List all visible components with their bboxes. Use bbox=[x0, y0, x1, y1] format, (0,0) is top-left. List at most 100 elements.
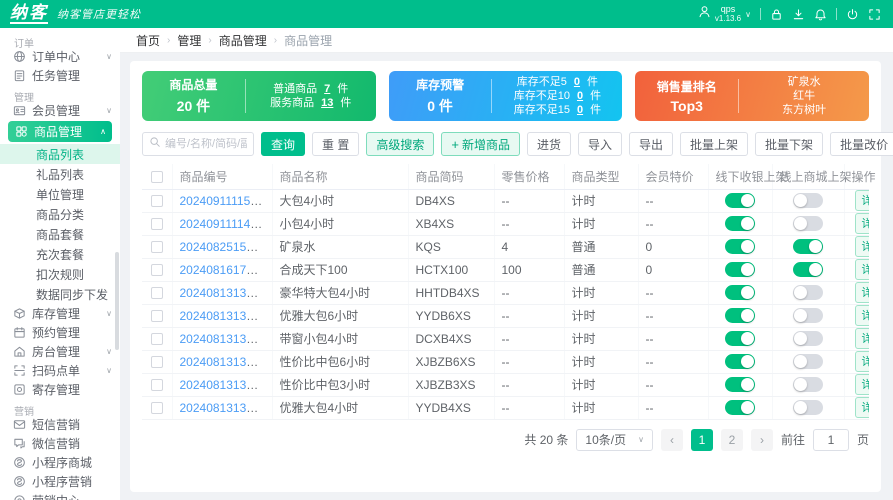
expand-icon[interactable] bbox=[868, 8, 881, 21]
product-id-link[interactable]: 20240813132235 bbox=[180, 309, 272, 323]
sidebar-item-扫码点单[interactable]: 扫码点单 ∨ bbox=[0, 361, 120, 380]
power-icon[interactable] bbox=[846, 8, 859, 21]
product-id-link[interactable]: 20240911115253 bbox=[180, 194, 271, 208]
online-shelf-toggle[interactable] bbox=[793, 285, 823, 301]
sidebar-scrollbar[interactable] bbox=[115, 252, 119, 350]
offline-shelf-toggle[interactable] bbox=[725, 216, 755, 232]
detail-button[interactable]: 详情 bbox=[854, 259, 869, 280]
select-all-checkbox[interactable] bbox=[150, 171, 163, 184]
detail-button[interactable]: 详情 bbox=[854, 190, 869, 211]
offline-shelf-toggle[interactable] bbox=[725, 377, 755, 393]
row-checkbox[interactable] bbox=[150, 195, 163, 208]
page-button-2[interactable]: 2 bbox=[720, 428, 743, 451]
product-id-link[interactable]: 20240825155411 bbox=[180, 240, 272, 254]
row-checkbox[interactable] bbox=[150, 241, 163, 254]
batch-price-button[interactable]: 批量改价 bbox=[830, 132, 893, 156]
query-button[interactable]: 查询 bbox=[261, 132, 306, 156]
online-shelf-toggle[interactable] bbox=[793, 308, 823, 324]
sidebar-subitem-单位管理[interactable]: 单位管理 bbox=[0, 184, 120, 204]
stat-line-count[interactable]: 13 bbox=[321, 96, 333, 110]
offline-shelf-toggle[interactable] bbox=[725, 308, 755, 324]
detail-button[interactable]: 详情 bbox=[854, 351, 869, 372]
brand[interactable]: 纳客 纳客管店更轻松 bbox=[10, 4, 141, 24]
product-id-link[interactable]: 20240813132341 bbox=[180, 286, 272, 300]
download-icon[interactable] bbox=[792, 8, 805, 21]
sidebar-subitem-扣次规则[interactable]: 扣次规则 bbox=[0, 264, 120, 284]
offline-shelf-toggle[interactable] bbox=[725, 400, 755, 416]
offline-shelf-toggle[interactable] bbox=[725, 354, 755, 370]
goto-page-input[interactable] bbox=[812, 428, 849, 451]
prev-page-button[interactable]: ‹ bbox=[660, 428, 683, 451]
breadcrumb-item[interactable]: 首页 bbox=[136, 32, 160, 49]
online-shelf-toggle[interactable] bbox=[793, 400, 823, 416]
offline-shelf-toggle[interactable] bbox=[725, 262, 755, 278]
lock-icon[interactable] bbox=[770, 8, 783, 21]
reset-button[interactable]: 重 置 bbox=[312, 132, 360, 156]
sidebar-subitem-充次套餐[interactable]: 充次套餐 bbox=[0, 244, 120, 264]
sidebar-item-商品管理[interactable]: 商品管理 ∧ bbox=[8, 121, 112, 142]
page-button-1[interactable]: 1 bbox=[690, 428, 713, 451]
sidebar-item-房台管理[interactable]: 房台管理 ∨ bbox=[0, 342, 120, 361]
detail-button[interactable]: 详情 bbox=[854, 397, 869, 418]
stat-line-count[interactable]: 7 bbox=[324, 82, 330, 96]
export-button[interactable]: 导出 bbox=[629, 132, 674, 156]
sidebar-subitem-商品套餐[interactable]: 商品套餐 bbox=[0, 224, 120, 244]
page-size-select[interactable]: 10条/页 ∨ bbox=[576, 428, 653, 451]
breadcrumb-item[interactable]: 商品管理 bbox=[219, 32, 267, 49]
detail-button[interactable]: 详情 bbox=[854, 282, 869, 303]
sidebar-subitem-数据同步下发[interactable]: 数据同步下发 bbox=[0, 284, 120, 304]
breadcrumb-item[interactable]: 管理 bbox=[177, 32, 201, 49]
import-button[interactable]: 导入 bbox=[578, 132, 623, 156]
sidebar-item-任务管理[interactable]: 任务管理 bbox=[0, 66, 120, 85]
sidebar-item-营销中心[interactable]: 营销中心 bbox=[0, 491, 120, 500]
offline-shelf-toggle[interactable] bbox=[725, 331, 755, 347]
row-checkbox[interactable] bbox=[150, 218, 163, 231]
offline-shelf-toggle[interactable] bbox=[725, 193, 755, 209]
sidebar-item-预约管理[interactable]: 预约管理 bbox=[0, 323, 120, 342]
sidebar-item-短信营销[interactable]: 短信营销 bbox=[0, 415, 120, 434]
sidebar-subitem-商品分类[interactable]: 商品分类 bbox=[0, 204, 120, 224]
product-id-link[interactable]: 20240813131855 bbox=[180, 401, 272, 415]
batch-on-button[interactable]: 批量上架 bbox=[680, 132, 749, 156]
offline-shelf-toggle[interactable] bbox=[725, 285, 755, 301]
online-shelf-toggle[interactable] bbox=[793, 331, 823, 347]
next-page-button[interactable]: › bbox=[750, 428, 773, 451]
row-checkbox[interactable] bbox=[150, 402, 163, 415]
sidebar-item-小程序商城[interactable]: 小程序商城 bbox=[0, 453, 120, 472]
row-checkbox[interactable] bbox=[150, 310, 163, 323]
product-id-link[interactable]: 20240911114956 bbox=[180, 217, 271, 231]
detail-button[interactable]: 详情 bbox=[854, 328, 869, 349]
sidebar-item-会员管理[interactable]: 会员管理 ∨ bbox=[0, 101, 120, 120]
sidebar-item-小程序营销[interactable]: 小程序营销 bbox=[0, 472, 120, 491]
add-product-button[interactable]: + 新增商品 bbox=[441, 132, 520, 156]
detail-button[interactable]: 详情 bbox=[854, 305, 869, 326]
product-id-link[interactable]: 20240813132140 bbox=[180, 332, 272, 346]
row-checkbox[interactable] bbox=[150, 333, 163, 346]
sidebar-item-寄存管理[interactable]: 寄存管理 bbox=[0, 380, 120, 399]
user-menu[interactable]: qps v1.13.6 ∨ bbox=[698, 5, 751, 23]
sidebar-item-订单中心[interactable]: 订单中心 ∨ bbox=[0, 47, 120, 66]
detail-button[interactable]: 详情 bbox=[854, 213, 869, 234]
batch-off-button[interactable]: 批量下架 bbox=[755, 132, 824, 156]
online-shelf-toggle[interactable] bbox=[793, 377, 823, 393]
row-checkbox[interactable] bbox=[150, 379, 163, 392]
sidebar-item-库存管理[interactable]: 库存管理 ∨ bbox=[0, 304, 120, 323]
online-shelf-toggle[interactable] bbox=[793, 216, 823, 232]
detail-button[interactable]: 详情 bbox=[854, 236, 869, 257]
detail-button[interactable]: 详情 bbox=[854, 374, 869, 395]
search-input[interactable] bbox=[165, 138, 247, 150]
row-checkbox[interactable] bbox=[150, 264, 163, 277]
product-id-link[interactable]: 20240813131947 bbox=[180, 378, 272, 392]
online-shelf-toggle[interactable] bbox=[793, 239, 823, 255]
product-id-link[interactable]: 20240813132040 bbox=[180, 355, 272, 369]
bell-icon[interactable] bbox=[814, 8, 827, 21]
sidebar-subitem-商品列表[interactable]: 商品列表 bbox=[0, 144, 120, 164]
online-shelf-toggle[interactable] bbox=[793, 354, 823, 370]
row-checkbox[interactable] bbox=[150, 356, 163, 369]
stat-line-count[interactable]: 0 bbox=[574, 75, 580, 89]
stat-line-count[interactable]: 0 bbox=[577, 89, 583, 103]
advanced-search-button[interactable]: 高级搜索 bbox=[366, 132, 435, 156]
sidebar-item-微信营销[interactable]: 微信营销 bbox=[0, 434, 120, 453]
product-id-link[interactable]: 20240816172007 bbox=[180, 263, 272, 277]
offline-shelf-toggle[interactable] bbox=[725, 239, 755, 255]
